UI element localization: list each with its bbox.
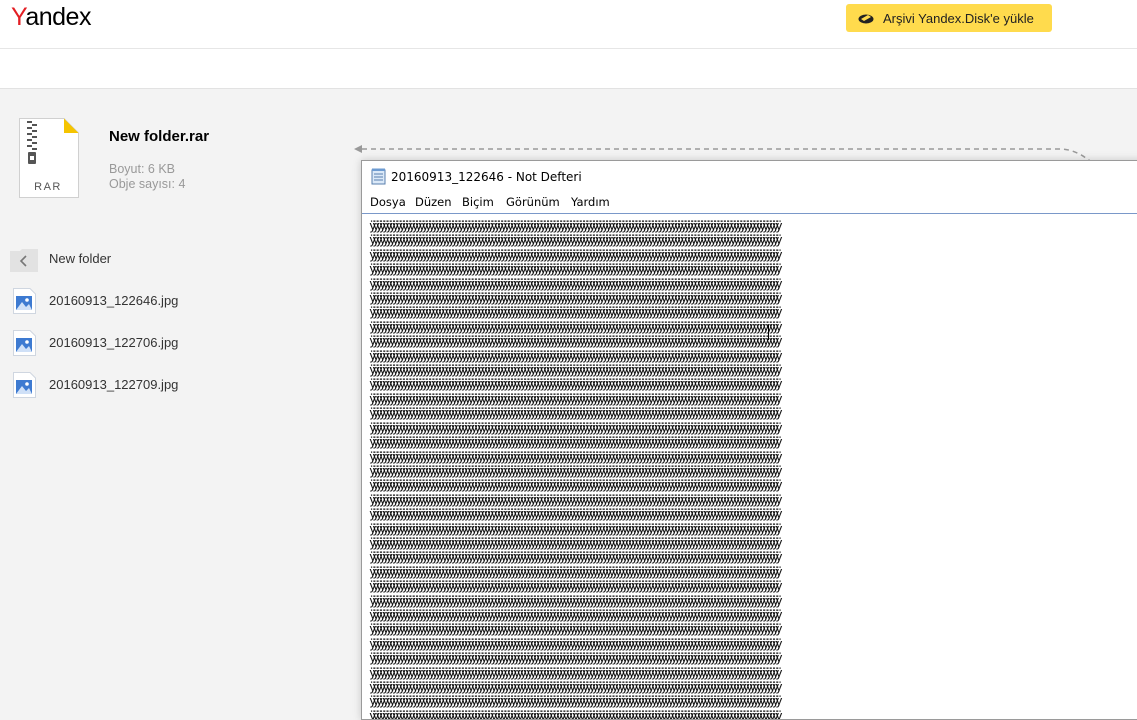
notepad-title: 20160913_122646 - Not Defteri bbox=[391, 170, 582, 184]
notepad-text: ÿÿÿÿÿÿÿÿÿÿÿÿÿÿÿÿÿÿÿÿÿÿÿÿÿÿÿÿÿÿÿÿÿÿÿÿÿÿÿÿ… bbox=[369, 218, 783, 719]
archive-name: New folder.rar bbox=[109, 128, 210, 145]
archive-meta: Boyut: 6 KB Obje sayısı: 4 bbox=[109, 162, 185, 192]
archive-object-count: Obje sayısı: 4 bbox=[109, 177, 186, 191]
file-label: 20160913_122709.jpg bbox=[49, 376, 179, 392]
notepad-titlebar[interactable]: 20160913_122646 - Not Defteri bbox=[362, 161, 1137, 191]
image-file-icon bbox=[13, 330, 36, 356]
list-item-file[interactable]: 20160913_122646.jpg bbox=[0, 280, 340, 320]
menu-gorunum[interactable]: Görünüm bbox=[506, 195, 560, 209]
notepad-icon bbox=[371, 168, 386, 185]
image-file-icon bbox=[13, 372, 36, 398]
sub-bar bbox=[0, 49, 1137, 89]
logo-rest: andex bbox=[25, 3, 91, 31]
rar-archive-icon: RAR bbox=[19, 118, 79, 198]
file-label: 20160913_122646.jpg bbox=[49, 292, 179, 308]
file-label: 20160913_122706.jpg bbox=[49, 334, 179, 350]
menu-duzen[interactable]: Düzen bbox=[415, 195, 452, 209]
list-item-file[interactable]: 20160913_122706.jpg bbox=[0, 322, 340, 362]
folder-label: New folder bbox=[49, 250, 112, 266]
list-item-folder[interactable]: New folder bbox=[0, 238, 340, 278]
top-bar: Yandex Arşivi Yandex.Disk'e yükle bbox=[0, 0, 1137, 49]
menu-yardim[interactable]: Yardım bbox=[571, 195, 610, 209]
yandex-logo[interactable]: Yandex bbox=[11, 3, 91, 32]
logo-first-letter: Y bbox=[11, 3, 26, 31]
folder-back-icon bbox=[10, 249, 38, 272]
text-caret bbox=[768, 325, 769, 340]
menu-bicim[interactable]: Biçim bbox=[462, 195, 494, 209]
image-file-icon bbox=[13, 288, 36, 314]
upload-button-label: Arşivi Yandex.Disk'e yükle bbox=[883, 10, 1034, 26]
archive-size: Boyut: 6 KB bbox=[109, 162, 176, 176]
disk-icon bbox=[858, 14, 874, 23]
menu-dosya[interactable]: Dosya bbox=[370, 195, 406, 209]
notepad-text-area[interactable]: ÿÿÿÿÿÿÿÿÿÿÿÿÿÿÿÿÿÿÿÿÿÿÿÿÿÿÿÿÿÿÿÿÿÿÿÿÿÿÿÿ… bbox=[362, 213, 1137, 719]
notepad-window[interactable]: 20160913_122646 - Not Defteri Dosya Düze… bbox=[361, 160, 1137, 720]
rar-icon-label: RAR bbox=[34, 181, 62, 193]
upload-to-disk-button[interactable]: Arşivi Yandex.Disk'e yükle bbox=[846, 4, 1052, 32]
list-item-file[interactable]: 20160913_122709.jpg bbox=[0, 364, 340, 404]
notepad-menubar: Dosya Düzen Biçim Görünüm Yardım bbox=[362, 191, 1137, 212]
